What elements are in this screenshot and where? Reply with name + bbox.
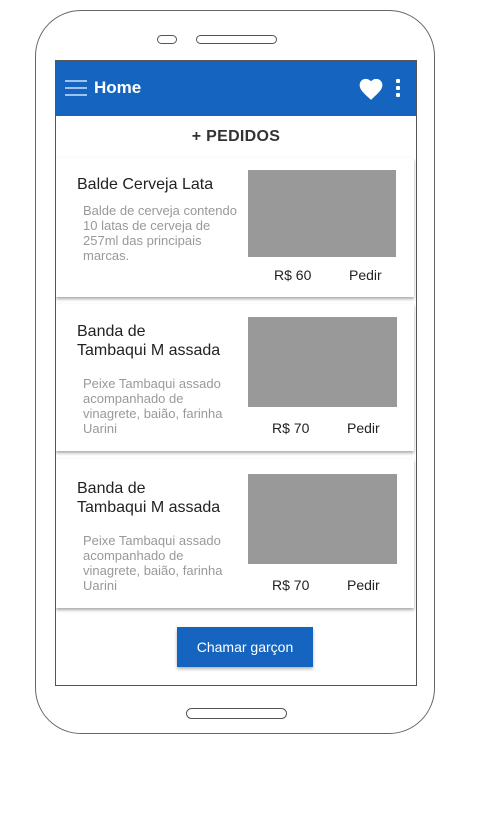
- item-description: Balde de cerveja contendo 10 latas de ce…: [83, 203, 237, 263]
- app-screen: Home + PEDIDOS Balde Cerveja Lata Balde …: [55, 60, 417, 686]
- item-price: R$ 60: [274, 267, 312, 283]
- menu-icon[interactable]: [65, 80, 87, 97]
- call-waiter-button[interactable]: Chamar garçon: [177, 627, 313, 667]
- app-bar: Home: [56, 61, 416, 116]
- item-price: R$ 70: [272, 577, 310, 593]
- more-vert-icon[interactable]: [394, 79, 402, 99]
- list-item: Balde Cerveja Lata Balde de cerveja cont…: [56, 158, 414, 297]
- list-item: Banda de Tambaqui M assada Peixe Tambaqu…: [56, 304, 414, 451]
- item-title: Balde Cerveja Lata: [77, 176, 214, 193]
- home-button[interactable]: [186, 708, 287, 719]
- item-price: R$ 70: [272, 420, 310, 436]
- page-title: Home: [94, 78, 142, 97]
- item-description: Peixe Tambaqui assado acompanhado de vin…: [83, 533, 223, 593]
- speaker: [196, 35, 277, 44]
- orders-header[interactable]: + PEDIDOS: [56, 116, 416, 158]
- order-button[interactable]: Pedir: [347, 577, 380, 593]
- order-button[interactable]: Pedir: [349, 267, 382, 283]
- order-button[interactable]: Pedir: [347, 420, 380, 436]
- list-item: Banda de Tambaqui M assada Peixe Tambaqu…: [56, 459, 414, 608]
- item-title: Banda de Tambaqui M assada: [77, 323, 221, 359]
- camera: [157, 35, 177, 44]
- item-image: [248, 474, 397, 564]
- item-description: Peixe Tambaqui assado acompanhado de vin…: [83, 376, 223, 436]
- heart-icon[interactable]: [358, 77, 384, 101]
- item-image: [248, 317, 397, 407]
- item-title: Banda de Tambaqui M assada: [77, 480, 221, 516]
- item-image: [248, 170, 396, 257]
